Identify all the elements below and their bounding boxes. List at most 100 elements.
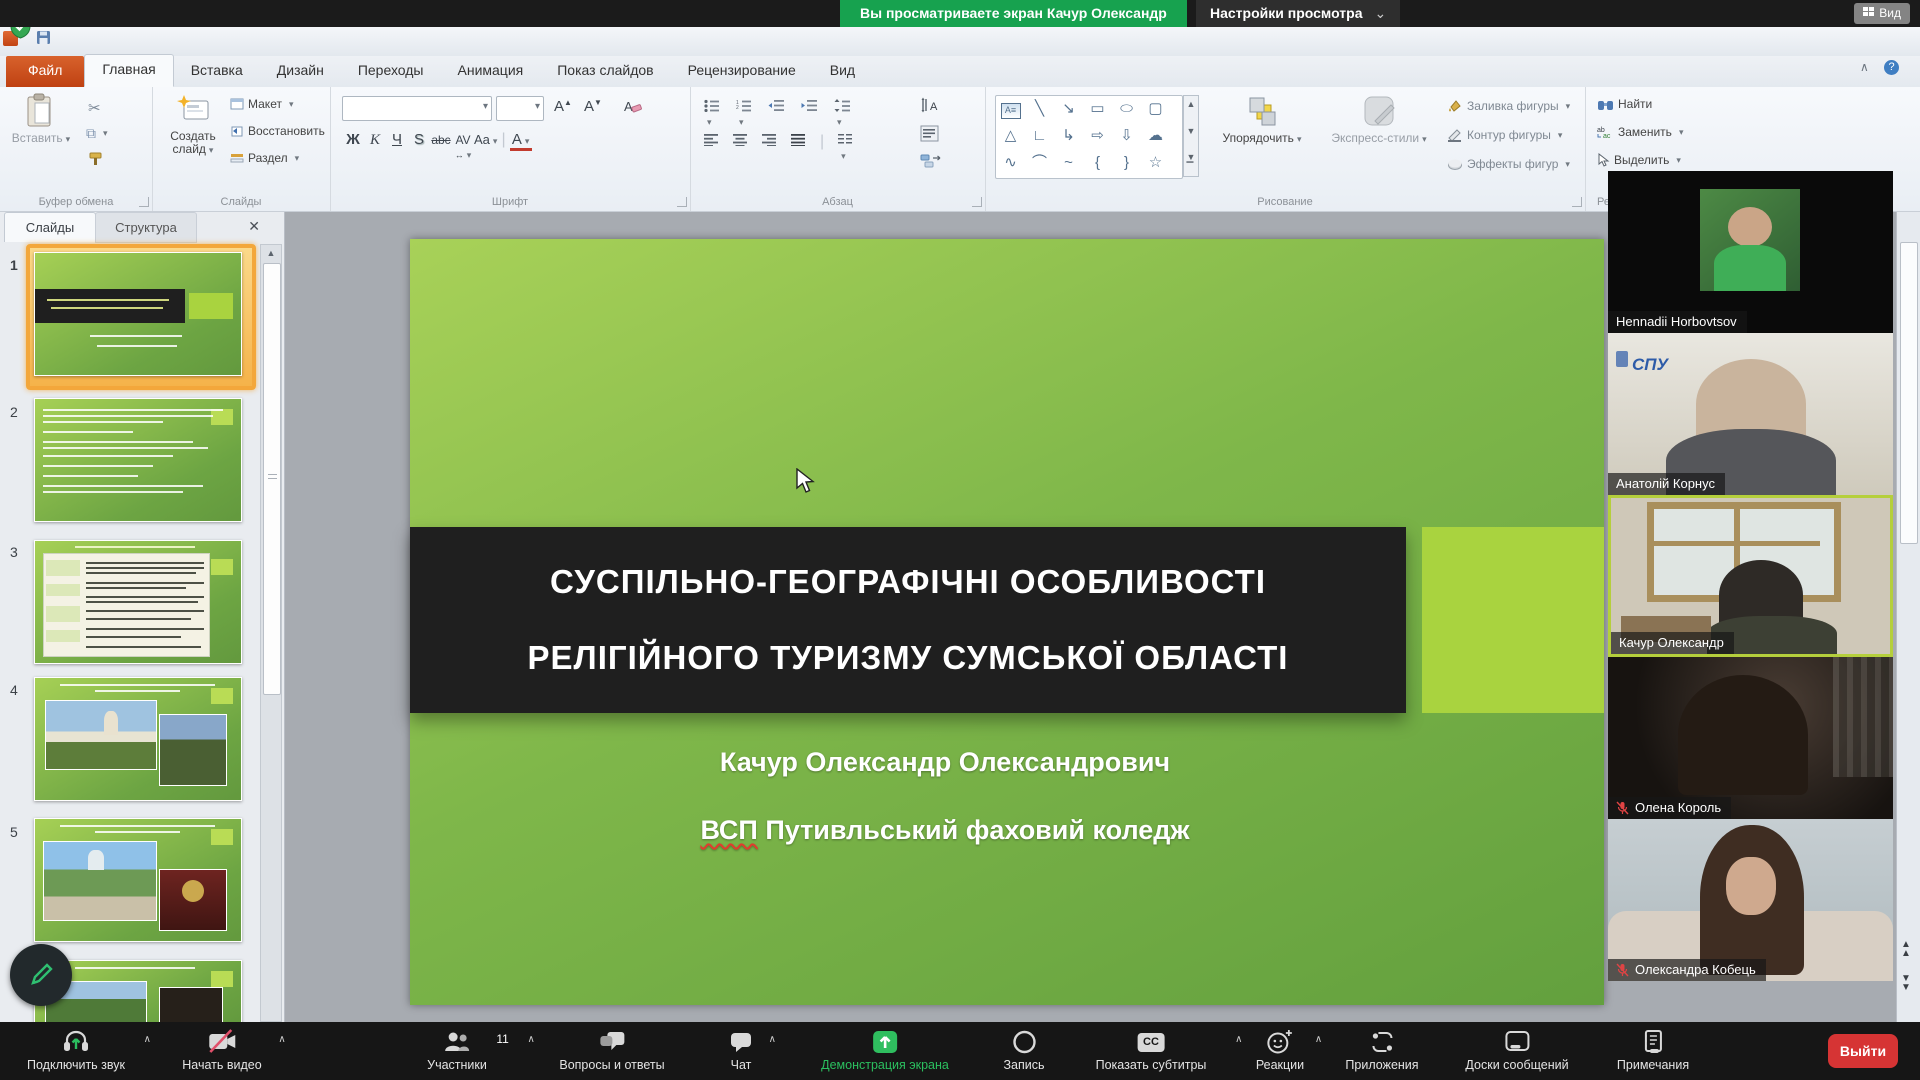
- previous-slide-icon[interactable]: ▲▲: [1901, 940, 1911, 958]
- save-icon[interactable]: [36, 30, 51, 45]
- bold-button[interactable]: Ж: [342, 131, 364, 148]
- decrease-indent-button[interactable]: [768, 99, 785, 130]
- tab-review[interactable]: Рецензирование: [671, 56, 813, 87]
- character-spacing-button[interactable]: AV↔: [452, 133, 474, 161]
- join-audio-button[interactable]: ∧ Подключить звук: [27, 1028, 125, 1072]
- tab-file[interactable]: Файл: [6, 56, 84, 87]
- shape-cloud-icon[interactable]: ☁: [1141, 123, 1170, 150]
- bullets-button[interactable]: [704, 99, 720, 130]
- tab-transitions[interactable]: Переходы: [341, 56, 441, 87]
- convert-smartart-button[interactable]: [920, 153, 942, 169]
- shrink-font-button[interactable]: А▼: [582, 98, 604, 115]
- main-scrollbar[interactable]: ▲▲ ▼▼: [1896, 212, 1920, 1022]
- annotate-button[interactable]: [10, 944, 72, 1006]
- justify-button[interactable]: [791, 133, 806, 164]
- participant-tile-active[interactable]: Качур Олександр: [1608, 495, 1893, 657]
- view-options-button[interactable]: Настройки просмотра: [1196, 0, 1400, 27]
- shape-arrow-icon[interactable]: ↘: [1054, 96, 1083, 123]
- audio-options-chevron[interactable]: ∧: [144, 1034, 151, 1045]
- underline-button[interactable]: Ч: [386, 131, 408, 148]
- shape-scribble-icon[interactable]: ∿: [996, 150, 1025, 177]
- shapes-scroll-down-icon[interactable]: ▼: [1187, 126, 1196, 136]
- slide-thumbnail-2[interactable]: [34, 398, 242, 522]
- start-video-button[interactable]: ∧ Начать видео: [182, 1028, 261, 1072]
- change-case-button[interactable]: Aa: [474, 132, 497, 147]
- layout-button[interactable]: Макет: [230, 97, 294, 111]
- tab-design[interactable]: Дизайн: [260, 56, 341, 87]
- replace-button[interactable]: abac Заменить: [1597, 125, 1683, 139]
- shape-rounded-rect-icon[interactable]: ▢: [1141, 96, 1170, 123]
- tab-home[interactable]: Главная: [84, 54, 173, 87]
- line-spacing-button[interactable]: [834, 99, 850, 130]
- slide-thumbnail-5[interactable]: [34, 818, 242, 942]
- text-direction-button[interactable]: А: [920, 97, 942, 115]
- shapes-more-icon[interactable]: ▼▔: [1187, 152, 1196, 173]
- strikethrough-button[interactable]: abc: [430, 133, 452, 147]
- tab-animations[interactable]: Анимация: [441, 56, 541, 87]
- new-slide-button[interactable]: Создать слайд: [160, 93, 226, 157]
- record-button[interactable]: Запись: [1003, 1028, 1044, 1072]
- shape-triangle-icon[interactable]: △: [996, 123, 1025, 150]
- clipboard-dialog-launcher[interactable]: [139, 197, 149, 207]
- participant-tile[interactable]: СПУ Анатолій Корнус: [1608, 333, 1893, 495]
- font-color-button[interactable]: А: [510, 133, 532, 151]
- panel-tab-slides[interactable]: Слайды: [4, 212, 96, 242]
- shape-down-arrow-icon[interactable]: ⇩: [1112, 123, 1141, 150]
- reactions-button[interactable]: ∧ Реакции: [1256, 1028, 1304, 1072]
- shape-textbox-icon[interactable]: A≡: [996, 96, 1025, 123]
- shape-fill-button[interactable]: Заливка фигуры: [1447, 99, 1570, 113]
- drawing-dialog-launcher[interactable]: [1572, 197, 1582, 207]
- share-screen-button[interactable]: Демонстрация экрана: [821, 1028, 949, 1072]
- italic-button[interactable]: К: [364, 132, 386, 149]
- cut-button[interactable]: ✂: [88, 99, 101, 117]
- chat-chevron[interactable]: ∧: [769, 1034, 776, 1045]
- numbering-button[interactable]: 12: [736, 99, 752, 130]
- shapes-scroll-up-icon[interactable]: ▲: [1187, 99, 1196, 109]
- slide-thumbnail-3[interactable]: [34, 540, 242, 664]
- shape-arc-icon[interactable]: ⌒: [1025, 150, 1054, 177]
- shape-rectangle-icon[interactable]: ▭: [1083, 96, 1112, 123]
- participant-tile[interactable]: Олена Король: [1608, 657, 1893, 819]
- align-center-button[interactable]: [733, 133, 748, 164]
- tab-view[interactable]: Вид: [813, 56, 872, 87]
- text-shadow-button[interactable]: S: [408, 131, 430, 148]
- shape-left-brace-icon[interactable]: {: [1083, 150, 1112, 177]
- shape-line-icon[interactable]: ╲: [1025, 96, 1054, 123]
- participant-tile[interactable]: Hennadii Horbovtsov: [1608, 171, 1893, 333]
- tab-slideshow[interactable]: Показ слайдов: [540, 56, 670, 87]
- align-left-button[interactable]: [704, 133, 719, 164]
- notes-button[interactable]: Примечания: [1617, 1028, 1689, 1072]
- copy-button[interactable]: ⧉: [86, 125, 108, 142]
- arrange-button[interactable]: Упорядочить: [1207, 95, 1317, 146]
- tab-insert[interactable]: Вставка: [174, 56, 260, 87]
- find-button[interactable]: Найти: [1597, 97, 1652, 111]
- slide-canvas[interactable]: СУСПІЛЬНО-ГЕОГРАФІЧНІ ОСОБЛИВОСТІ РЕЛІГІ…: [410, 239, 1604, 1005]
- slide-thumbnail-4[interactable]: [34, 677, 242, 801]
- next-slide-icon[interactable]: ▼▼: [1901, 974, 1911, 992]
- shape-effects-button[interactable]: Эффекты фигур: [1447, 157, 1570, 171]
- panel-tab-outline[interactable]: Структура: [95, 212, 197, 243]
- qa-button[interactable]: Вопросы и ответы: [559, 1028, 664, 1072]
- shapes-gallery[interactable]: A≡ ╲ ↘ ▭ ⬭ ▢ △ ∟ ↳ ⇨ ⇩ ☁ ∿ ⌒: [995, 95, 1183, 179]
- clear-formatting-button[interactable]: A: [622, 97, 642, 115]
- shape-curve-icon[interactable]: ~: [1054, 150, 1083, 177]
- panel-scroll-thumb[interactable]: [263, 263, 281, 695]
- section-button[interactable]: Раздел: [230, 151, 299, 165]
- captions-button[interactable]: CC ∧ Показать субтитры: [1096, 1028, 1207, 1072]
- reactions-chevron[interactable]: ∧: [1315, 1034, 1322, 1045]
- shape-star-icon[interactable]: ☆: [1141, 150, 1170, 177]
- panel-close-icon[interactable]: ✕: [248, 218, 260, 235]
- minimize-ribbon-icon[interactable]: ∧: [1860, 60, 1869, 74]
- main-scroll-thumb[interactable]: [1900, 242, 1918, 544]
- font-name-combo[interactable]: [342, 96, 492, 121]
- panel-scroll-up-icon[interactable]: ▲: [261, 245, 281, 258]
- shape-outline-button[interactable]: Контур фигуры: [1447, 128, 1562, 142]
- quick-styles-button[interactable]: Экспресс-стили: [1320, 95, 1438, 146]
- whiteboards-button[interactable]: Доски сообщений: [1465, 1028, 1568, 1072]
- apps-button[interactable]: Приложения: [1345, 1028, 1418, 1072]
- columns-button[interactable]: [838, 133, 853, 164]
- shape-elbow-arrow-icon[interactable]: ↳: [1054, 123, 1083, 150]
- video-options-chevron[interactable]: ∧: [278, 1034, 285, 1045]
- increase-indent-button[interactable]: [801, 99, 818, 130]
- font-dialog-launcher[interactable]: [677, 197, 687, 207]
